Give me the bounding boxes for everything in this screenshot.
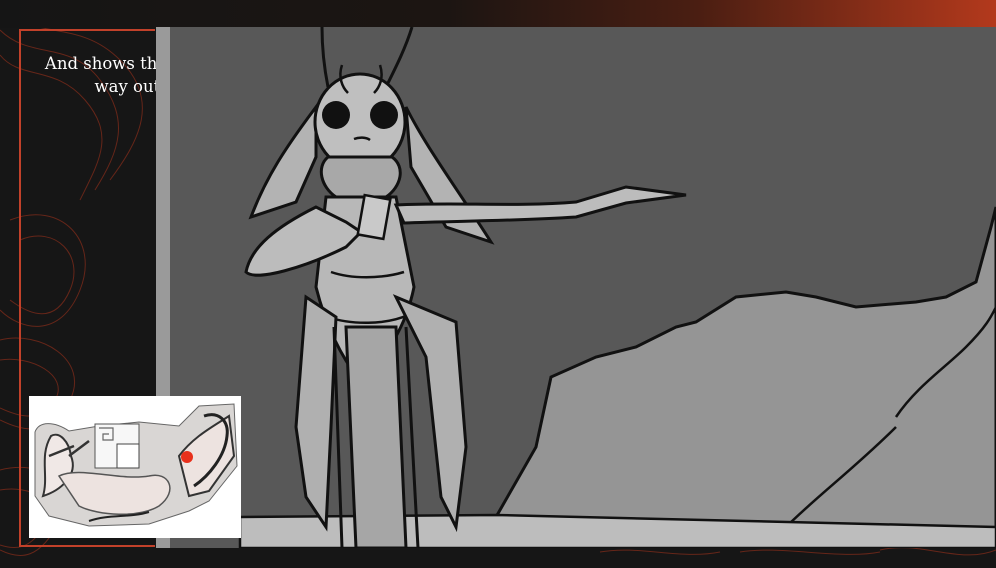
story-illustration <box>156 27 996 548</box>
player-marker <box>181 451 193 463</box>
top-accent-strip <box>0 0 996 28</box>
level-minimap[interactable] <box>29 396 241 538</box>
